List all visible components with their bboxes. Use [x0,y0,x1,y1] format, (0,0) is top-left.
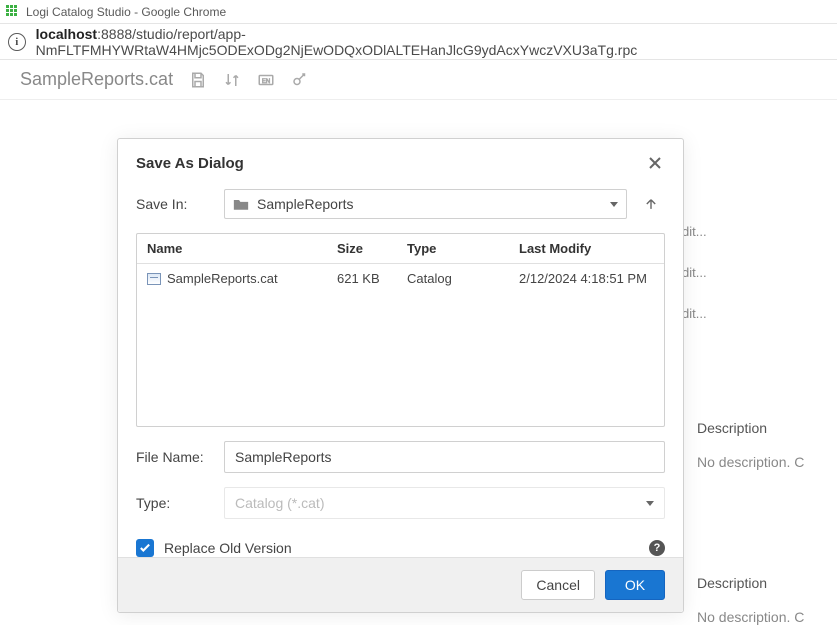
close-icon[interactable] [645,153,665,173]
description-heading: Description [697,420,837,436]
cancel-button[interactable]: Cancel [521,570,595,600]
chevron-down-icon [610,202,618,207]
help-icon[interactable]: ? [649,540,665,556]
save-in-row: Save In: SampleReports [118,183,683,225]
catalog-title: SampleReports.cat [20,69,173,90]
type-value: Catalog (*.cat) [235,495,324,511]
col-name[interactable]: Name [137,234,327,263]
file-name: SampleReports.cat [167,271,278,286]
description-body: No description. C [697,454,837,470]
file-list-header: Name Size Type Last Modify [137,234,664,264]
url-text: localhost:8888/studio/report/app-NmFLTFM… [36,26,829,58]
save-as-dialog: Save As Dialog Save In: SampleReports Na… [117,138,684,613]
edit-link-stub[interactable]: dit... [682,306,707,321]
description-heading: Description [697,575,837,591]
file-type: Catalog [397,264,509,293]
ok-button[interactable]: OK [605,570,665,600]
save-in-value: SampleReports [257,196,602,212]
description-body: No description. C [697,609,837,625]
edit-link-stub[interactable]: dit... [682,224,707,239]
app-grid-icon [6,5,20,19]
edit-link-stub[interactable]: dit... [682,265,707,280]
replace-old-version-label: Replace Old Version [164,540,639,556]
catalog-file-icon [147,273,161,285]
arrow-up-icon [644,197,658,211]
replace-old-version-checkbox[interactable] [136,539,154,557]
type-select[interactable]: Catalog (*.cat) [224,487,665,519]
type-label: Type: [136,495,214,511]
svg-text:EN: EN [262,79,270,85]
filename-input[interactable] [224,441,665,473]
save-in-label: Save In: [136,196,214,212]
window-title: Logi Catalog Studio - Google Chrome [26,5,226,19]
sort-icon[interactable] [223,71,241,89]
dialog-form: File Name: Type: Catalog (*.cat) Replace… [118,427,683,557]
save-in-select[interactable]: SampleReports [224,189,627,219]
file-list: Name Size Type Last Modify SampleReports… [136,233,665,427]
save-icon[interactable] [189,71,207,89]
up-folder-button[interactable] [637,190,665,218]
browser-titlebar: Logi Catalog Studio - Google Chrome [0,0,837,24]
catalog-toolbar: SampleReports.cat EN [0,60,837,100]
file-modified: 2/12/2024 4:18:51 PM [509,264,664,293]
chevron-down-icon [646,501,654,506]
col-type[interactable]: Type [397,234,509,263]
key-icon[interactable] [291,71,309,89]
filename-label: File Name: [136,449,214,465]
file-row[interactable]: SampleReports.cat 621 KB Catalog 2/12/20… [137,264,664,293]
check-icon [139,543,151,553]
site-info-icon[interactable]: i [8,33,26,51]
description-panel: Description No description. C [697,555,837,625]
col-modified[interactable]: Last Modify [509,234,664,263]
locale-icon[interactable]: EN [257,71,275,89]
dialog-title: Save As Dialog [136,155,244,172]
dialog-header: Save As Dialog [118,139,683,183]
col-size[interactable]: Size [327,234,397,263]
file-size: 621 KB [327,264,397,293]
browser-address-bar[interactable]: i localhost:8888/studio/report/app-NmFLT… [0,24,837,60]
dialog-footer: Cancel OK [118,557,683,612]
folder-icon [233,198,249,211]
